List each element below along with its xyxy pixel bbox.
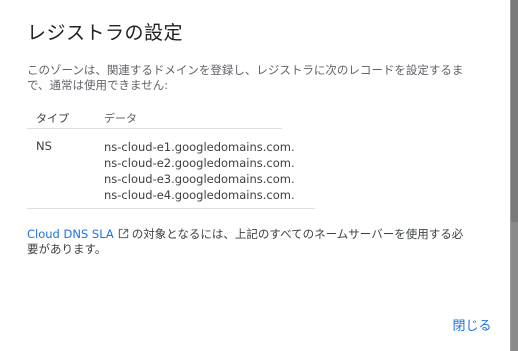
section-divider xyxy=(27,208,315,209)
sla-notice: Cloud DNS SLA の対象となるには、上記のすべてのネームサーバーを使用… xyxy=(27,227,467,257)
close-button[interactable]: 閉じる xyxy=(440,310,504,338)
cloud-dns-sla-link[interactable]: Cloud DNS SLA xyxy=(27,227,114,241)
backdrop-edge-lower xyxy=(511,222,518,351)
record-data-cell: ns-cloud-e1.googledomains.com. ns-cloud-… xyxy=(104,139,295,203)
record-type-cell: NS xyxy=(36,139,52,153)
backdrop-edge xyxy=(511,0,518,351)
dialog-title: レジストラの設定 xyxy=(27,22,184,44)
nameserver-value: ns-cloud-e1.googledomains.com. xyxy=(104,140,295,154)
nameserver-value: ns-cloud-e2.googledomains.com. xyxy=(104,156,295,170)
ns-records-table: タイプ データ NS ns-cloud-e1.googledomains.com… xyxy=(27,104,295,202)
open-in-new-icon xyxy=(118,228,128,239)
nameserver-value: ns-cloud-e4.googledomains.com. xyxy=(104,188,295,202)
column-header-data: データ xyxy=(104,112,137,125)
dialog-description: このゾーンは、関連するドメインを登録し、レジストラに次のレコードを設定するまで、… xyxy=(27,63,464,92)
table-row: NS ns-cloud-e1.googledomains.com. ns-clo… xyxy=(27,129,295,202)
column-header-type: タイプ xyxy=(36,112,69,125)
registrar-settings-dialog: レジストラの設定 このゾーンは、関連するドメインを登録し、レジストラに次のレコー… xyxy=(0,0,511,351)
nameserver-value: ns-cloud-e3.googledomains.com. xyxy=(104,172,295,186)
table-header-row: タイプ データ xyxy=(27,104,282,129)
